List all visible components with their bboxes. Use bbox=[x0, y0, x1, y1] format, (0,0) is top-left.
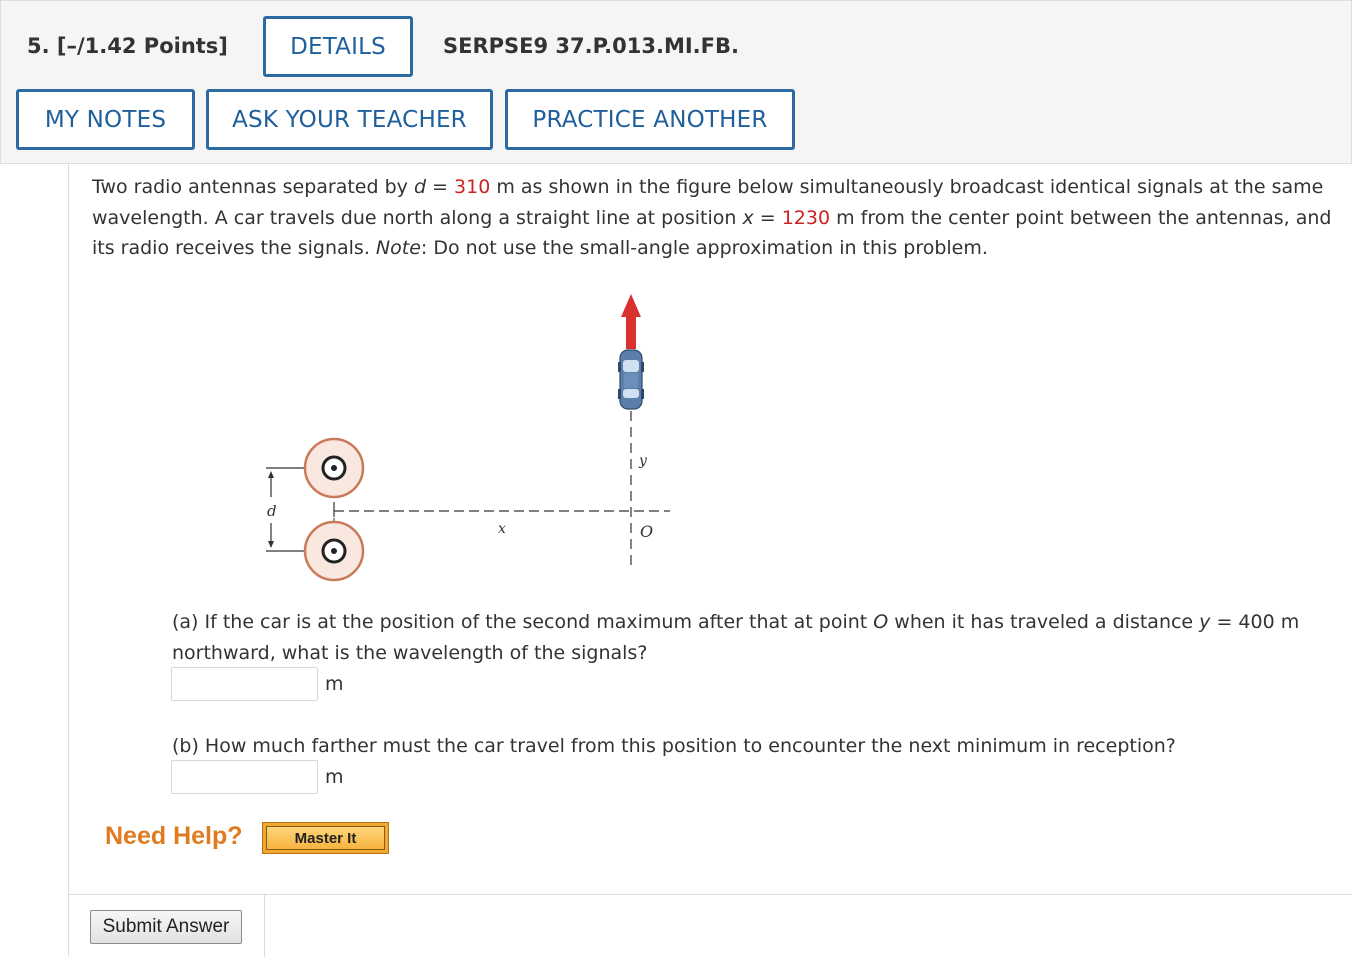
arrow-down-icon bbox=[268, 541, 274, 548]
antenna-figure: d x y O bbox=[250, 285, 690, 585]
part-a-unit: m bbox=[325, 673, 344, 695]
d-value: 310 bbox=[454, 176, 491, 198]
label-d: d bbox=[267, 502, 277, 520]
master-it-label: Master It bbox=[266, 826, 385, 850]
problem-text: Two radio antennas separated by d = 310 … bbox=[92, 176, 1332, 259]
arrow-up-icon bbox=[268, 471, 274, 478]
label-x: x bbox=[498, 521, 506, 537]
car-icon bbox=[618, 349, 644, 410]
antenna-top-icon bbox=[303, 437, 365, 499]
question-header: 5. [–/1.42 Points] DETAILS SERPSE9 37.P.… bbox=[0, 0, 1352, 164]
part-a-answer-input[interactable] bbox=[171, 667, 318, 701]
north-arrow-icon bbox=[621, 294, 641, 349]
submit-divider bbox=[264, 895, 265, 957]
my-notes-button[interactable]: MY NOTES bbox=[16, 89, 195, 150]
x-value: 1230 bbox=[781, 206, 831, 229]
label-o: O bbox=[640, 522, 653, 541]
question-id: SERPSE9 37.P.013.MI.FB. bbox=[443, 34, 739, 58]
part-b-answer-input[interactable] bbox=[171, 760, 318, 794]
antenna-bottom-icon bbox=[303, 520, 365, 582]
details-button[interactable]: DETAILS bbox=[263, 16, 413, 77]
part-b-unit: m bbox=[325, 766, 344, 788]
need-help-label: Need Help? bbox=[105, 822, 243, 850]
submit-answer-button[interactable]: Submit Answer bbox=[90, 910, 242, 944]
practice-another-button[interactable]: PRACTICE ANOTHER bbox=[505, 89, 795, 150]
submit-area bbox=[68, 894, 1352, 957]
question-points: 5. [–/1.42 Points] bbox=[27, 34, 228, 58]
part-a-text: (a) If the car is at the position of the… bbox=[172, 611, 1300, 664]
part-b-text: (b) How much farther must the car travel… bbox=[172, 735, 1176, 757]
master-it-button[interactable]: Master It bbox=[262, 822, 389, 854]
ask-your-teacher-button[interactable]: ASK YOUR TEACHER bbox=[206, 89, 493, 150]
label-y: y bbox=[638, 453, 648, 469]
